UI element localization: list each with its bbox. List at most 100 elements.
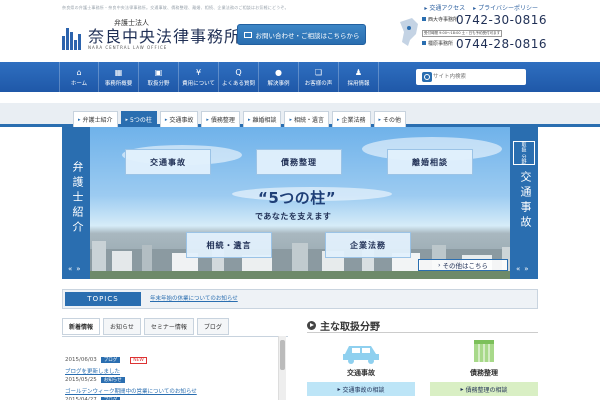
nav-item[interactable]: ¥ 費用について xyxy=(179,62,219,92)
category-tab[interactable]: 相続・遺言 xyxy=(284,111,329,127)
logo-english: NARA CENTRAL LAW OFFICE xyxy=(88,45,168,50)
money-stack-icon xyxy=(474,340,494,362)
side-panel-practice[interactable]: 取扱 分野 交通事故 «» xyxy=(510,127,538,279)
news-tab[interactable]: セミナー情報 xyxy=(143,318,194,335)
logo-title: 奈良中央法律事務所 xyxy=(88,27,242,46)
nav-item[interactable]: ❏ お客様の声 xyxy=(299,62,339,92)
mail-icon xyxy=(243,31,252,38)
hero-box-inheritance[interactable]: 相続・遺言 xyxy=(186,232,272,258)
nav-item-label: よくある質問 xyxy=(221,80,255,87)
office-hours: 受付時間 9:00～18:00 土・日も予約受付可ます xyxy=(422,30,503,37)
office-name: 西大寺事務所 xyxy=(428,17,459,23)
category-tab[interactable]: 離婚相談 xyxy=(242,111,282,127)
news-tab[interactable]: 新着情報 xyxy=(62,318,101,335)
topics-label: TOPICS xyxy=(65,292,141,306)
chevron-right-icon: ▸ xyxy=(460,385,464,393)
nav-item-label: 取扱分野 xyxy=(147,80,170,87)
nav-item-label: 事務所概要 xyxy=(104,80,133,87)
main-nav: ⌂ ホーム ▦ 事務所概要 ▣ 取扱分野 ¥ 費用について Q よくある質問 ● 解決事例 ❏ お客様の声… xyxy=(0,62,600,92)
hero-box-corporate[interactable]: 企業法務 xyxy=(325,232,411,258)
side-left-label: 弁護士紹介 xyxy=(71,161,84,236)
hero-title: “5つの柱” xyxy=(258,189,337,207)
person-icon: ♟ xyxy=(354,67,363,77)
practice-card-name: 交通事故 xyxy=(347,369,375,377)
news-tab[interactable]: お知らせ xyxy=(103,318,141,335)
nav-item-label: ホーム xyxy=(70,80,88,87)
chevron-right-icon: ▸ xyxy=(337,385,341,393)
side-right-label: 交通事故 xyxy=(519,171,532,231)
news-item: 2015/06/03 ブログ NEW ブログを更新しました xyxy=(62,337,288,375)
briefcase-icon: ▣ xyxy=(154,67,163,77)
nav-item-label: 採用情報 xyxy=(347,80,370,87)
practice-heading: 主な取扱分野 xyxy=(307,318,380,333)
category-tab[interactable]: 弁護士紹介 xyxy=(73,111,118,127)
news-scrollbar[interactable] xyxy=(278,336,286,400)
home-icon: ⌂ xyxy=(76,67,82,77)
category-tabstrip: 弁護士紹介5つの柱交通事故債務整理離婚相談相続・遺言企業法務その他 xyxy=(0,103,600,127)
nav-item[interactable]: ⌂ ホーム xyxy=(59,62,99,92)
nav-item[interactable]: ▦ 事務所概要 xyxy=(99,62,139,92)
category-tabs: 弁護士紹介5つの柱交通事故債務整理離婚相談相続・遺言企業法務その他 xyxy=(73,111,407,127)
nav-items: ⌂ ホーム ▦ 事務所概要 ▣ 取扱分野 ¥ 費用について Q よくある質問 ● 解決事例 ❏ お客様の声… xyxy=(59,62,379,92)
pin-icon xyxy=(422,17,426,21)
practice-card-debt[interactable]: 債務整理 ▸ 債務整理の相談 xyxy=(430,338,538,400)
privacy-link[interactable]: プライバシーポリシー xyxy=(473,3,538,12)
practice-card-button-label: 債務整理の相談 xyxy=(465,386,508,394)
category-tab[interactable]: その他 xyxy=(373,111,407,127)
faq-icon: Q xyxy=(235,67,242,77)
hero-more-button[interactable]: › その他はこちら xyxy=(418,259,508,271)
category-tab[interactable]: 5つの柱 xyxy=(120,111,157,127)
nav-item-label: 費用について xyxy=(182,80,215,87)
office-name: 橿原事務所 xyxy=(428,41,454,47)
category-tab[interactable]: 企業法務 xyxy=(332,111,371,127)
chevron-right-icon: › xyxy=(437,261,441,269)
nav-item[interactable]: ▣ 取扱分野 xyxy=(139,62,179,92)
divider xyxy=(307,332,538,333)
hero-box-divorce[interactable]: 離婚相談 xyxy=(387,149,473,175)
hero-subtitle: であなたを支えます xyxy=(255,212,332,221)
search-box xyxy=(416,69,526,85)
logo-mark-icon xyxy=(62,28,84,50)
news-item: 2015/04/27ブログ xyxy=(62,377,288,400)
contact-button[interactable]: お問い合わせ・ご相談はこちらから xyxy=(237,24,366,45)
category-tab[interactable]: 交通事故 xyxy=(159,111,199,127)
slider-arrows-icon[interactable]: «» xyxy=(516,265,533,273)
practice-card-button[interactable]: ▸ 交通事故の相談 xyxy=(307,382,415,396)
practice-card-name: 債務整理 xyxy=(470,369,498,377)
search-icon[interactable] xyxy=(422,72,432,82)
nav-item-label: お客様の声 xyxy=(304,80,333,87)
category-tab[interactable]: 債務整理 xyxy=(201,111,240,127)
page: 奈良県の弁護士事務所・奈良中央法律事務所。交通事故、債務整理、離婚、相続、企業法… xyxy=(0,0,600,400)
logo[interactable]: 弁護士法人 奈良中央法律事務所 NARA CENTRAL LAW OFFICE xyxy=(62,18,241,50)
news-tab[interactable]: ブログ xyxy=(196,318,229,335)
nav-item[interactable]: ♟ 採用情報 xyxy=(339,62,379,92)
tagline: 奈良県の弁護士事務所・奈良中央法律事務所。交通事故、債務整理、離婚、相続、企業法… xyxy=(62,5,289,10)
office-phone[interactable]: 0744-28-0816 xyxy=(456,37,547,51)
side-right-badge: 取扱 分野 xyxy=(513,141,535,165)
practice-title: 主な取扱分野 xyxy=(320,322,380,333)
news-list: 2015/06/03 ブログ NEW ブログを更新しました 2015/05/25 お知らせ… xyxy=(62,336,288,400)
search-input[interactable] xyxy=(419,71,519,83)
slider-arrows-icon[interactable]: «» xyxy=(68,265,85,273)
contact-button-label: お問い合わせ・ご相談はこちらから xyxy=(255,31,360,40)
map-icon xyxy=(400,18,418,46)
practice-card-button[interactable]: ▸ 債務整理の相談 xyxy=(430,382,538,396)
office-phone[interactable]: 0742-30-0816 xyxy=(456,13,547,27)
nav-item[interactable]: ● 解決事例 xyxy=(259,62,299,92)
practice-card-traffic[interactable]: 交通事故 ▸ 交通事故の相談 xyxy=(307,338,415,400)
nav-item-label: 解決事例 xyxy=(267,80,290,87)
hero-box-traffic[interactable]: 交通事故 xyxy=(125,149,211,175)
topics-link[interactable]: 年末年始の休業についてのお知らせ xyxy=(150,294,238,302)
hero-box-debt[interactable]: 債務整理 xyxy=(256,149,342,175)
building-icon: ▦ xyxy=(114,67,123,77)
news-tabs: 新着情報 お知らせ セミナー情報 ブログ xyxy=(62,318,229,335)
chat-icon: ❏ xyxy=(314,67,323,77)
yen-icon: ¥ xyxy=(195,67,202,77)
topics-bar: TOPICS 年末年始の休業についてのお知らせ xyxy=(62,289,538,309)
hero-more-label: その他はこちら xyxy=(442,262,489,270)
scroll-thumb[interactable] xyxy=(280,340,285,370)
nav-item[interactable]: Q よくある質問 xyxy=(219,62,259,92)
access-link[interactable]: 交通アクセス xyxy=(424,3,465,12)
side-panel-lawyers[interactable]: 弁護士紹介 «» xyxy=(62,127,90,279)
top-links: 交通アクセス プライバシーポリシー xyxy=(424,3,538,12)
